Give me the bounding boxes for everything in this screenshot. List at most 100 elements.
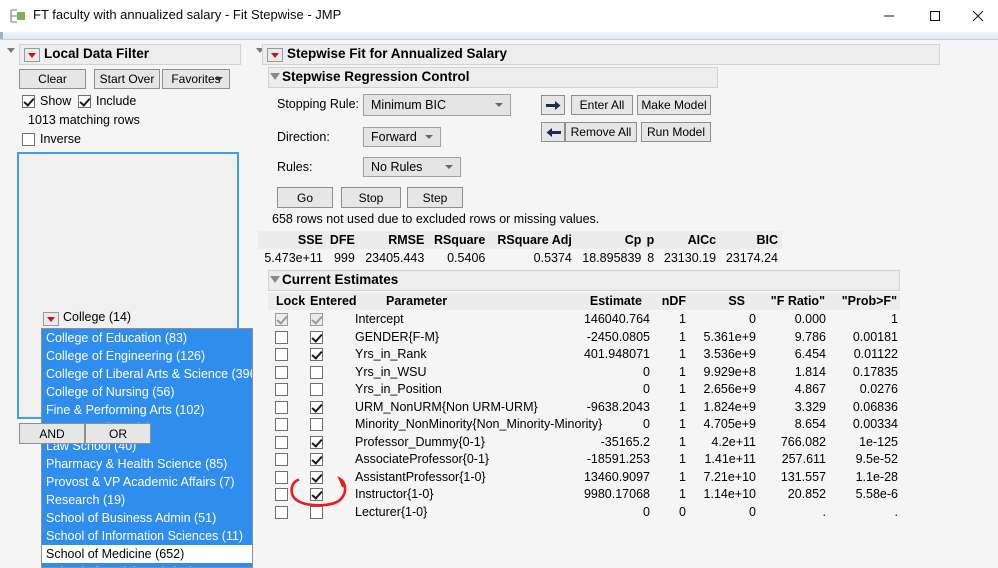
entered-checkbox[interactable] [310,330,323,344]
college-list-item[interactable]: School of Medicine (652) [42,545,252,563]
direction-select[interactable]: Forward [363,127,441,147]
ndf-value: 1 [679,452,686,466]
college-list-item[interactable]: School of Business Admin (51) [42,509,252,527]
table-row: URM_NonURM{Non URM-URM} -9638.2043 1 1.824e… [268,399,900,417]
summary-header-cell: SSE [258,231,327,249]
lock-checkbox[interactable] [275,505,288,519]
lock-checkbox[interactable] [275,348,288,361]
entered-checkbox[interactable] [310,453,323,466]
ndf-value: 1 [679,364,686,379]
disclosure-triangle-current-estimates[interactable] [270,276,280,283]
entered-checkbox[interactable] [310,313,323,326]
parameter-name: AssistantProfessor{1-0} [355,469,486,484]
rules-value: No Rules [371,160,423,174]
entered-checkbox[interactable] [310,365,323,379]
clear-button[interactable]: Clear [19,69,86,89]
start-over-button[interactable]: Start Over [94,69,160,89]
include-label: Include [96,94,137,108]
college-value-list[interactable]: College of Education (83) College of Engi… [41,328,253,568]
ruler-tick [0,32,3,39]
or-button[interactable]: OR [85,423,151,444]
parameter-name: Lecturer{1-0} [355,504,428,519]
ss-value: 4.705e+9 [703,417,756,431]
parameter-name: Instructor{1-0} [355,487,434,501]
lock-checkbox[interactable] [275,383,288,396]
f-ratio-value: 6.454 [794,347,826,361]
lock-checkbox[interactable] [275,435,288,449]
enter-all-button[interactable]: Enter All [571,95,633,115]
red-triangle-menu-icon[interactable] [24,48,40,62]
entered-checkbox[interactable] [310,505,323,519]
summary-value-cell: 8 [647,251,655,265]
make-model-button[interactable]: Make Model [637,95,711,115]
chevron-down-icon [445,165,453,169]
disclosure-triangle-local-data-filter[interactable] [7,47,16,56]
summary-value-row: 5.473e+11 999 23405.443 0.5406 0.5374 18.8958… [258,249,782,267]
entered-checkbox[interactable] [310,435,323,449]
stopping-rule-value: Minimum BIC [371,98,447,112]
summary-header-cell: BIC [720,231,782,249]
entered-checkbox[interactable] [310,470,323,484]
college-list-item[interactable]: Pharmacy & Health Science (85) [42,455,252,473]
college-list-item[interactable]: College of Liberal Arts & Science (396) [42,365,252,383]
inverse-checkbox[interactable] [22,133,35,146]
entered-checkbox[interactable] [310,418,323,431]
estimate-value: 0 [643,364,650,379]
and-button[interactable]: AND [19,423,85,444]
inverse-label: Inverse [40,132,81,146]
stopping-rule-select[interactable]: Minimum BIC [363,94,511,116]
remove-all-button[interactable]: Remove All [565,122,637,142]
college-list-item[interactable]: Research (19) [42,491,252,509]
run-model-button[interactable]: Run Model [641,122,711,142]
arrow-left-icon [546,127,561,137]
parameter-name: Intercept [355,312,404,326]
ss-value: 3.536e+9 [703,347,756,361]
chevron-down-icon [215,77,223,81]
entered-checkbox[interactable] [310,348,323,361]
summary-header-row: SSE DFE RMSE RSquare RSquare Adj Cp p AICc BIC [258,231,782,249]
lock-checkbox[interactable] [275,418,288,431]
prob-f-value: 0.01122 [853,347,898,361]
prob-f-value: 0.00334 [852,417,898,431]
lock-checkbox[interactable] [275,330,288,344]
maximize-icon[interactable] [912,0,958,32]
title-bar: FT faculty with annualized salary - Fit … [0,0,998,33]
lock-checkbox[interactable] [275,470,288,484]
college-list-item[interactable]: School of Information Sciences (11) [42,527,252,545]
entered-checkbox[interactable] [310,488,323,501]
prob-f-value: 0.00181 [852,329,898,344]
college-list-item[interactable]: Fine & Performing Arts (102) [42,401,252,419]
college-list-item[interactable]: College of Education (83) [42,329,252,347]
jmp-app-icon [9,7,27,25]
go-button[interactable]: Go [277,187,333,208]
arrow-right-icon [545,100,560,110]
step-button[interactable]: Step [407,187,463,208]
lock-checkbox[interactable] [275,313,288,326]
summary-header-cell: RSquare Adj [489,231,576,249]
lock-checkbox[interactable] [275,453,288,466]
disclosure-triangle-regression-control[interactable] [270,73,280,80]
minimize-icon[interactable] [866,0,912,32]
lock-checkbox[interactable] [275,365,288,379]
lock-checkbox[interactable] [275,488,288,501]
close-icon[interactable] [958,0,998,32]
rules-select[interactable]: No Rules [363,157,461,177]
include-checkbox[interactable] [78,95,91,108]
college-list-item[interactable]: Provost & VP Academic Affairs (7) [42,473,252,491]
college-list-item[interactable]: School of Social Work (29) [42,563,252,567]
red-triangle-menu-icon-stepwise[interactable] [267,48,283,62]
stop-button[interactable]: Stop [341,187,401,208]
header-entered: Entered [310,294,357,308]
estimates-column-headers: Lock Entered Parameter Estimate nDF SS "… [268,293,900,310]
ss-value: 2.656e+9 [703,382,756,396]
red-triangle-menu-icon-college[interactable] [43,312,59,326]
entered-checkbox[interactable] [310,383,323,396]
favorites-button[interactable]: Favorites [162,69,230,89]
remove-arrow-button[interactable] [541,122,565,142]
enter-arrow-button[interactable] [541,95,565,115]
college-list-item[interactable]: College of Engineering (126) [42,347,252,365]
entered-checkbox[interactable] [310,400,323,414]
show-checkbox[interactable] [22,95,35,108]
college-list-item[interactable]: College of Nursing (56) [42,383,252,401]
lock-checkbox[interactable] [275,400,288,414]
